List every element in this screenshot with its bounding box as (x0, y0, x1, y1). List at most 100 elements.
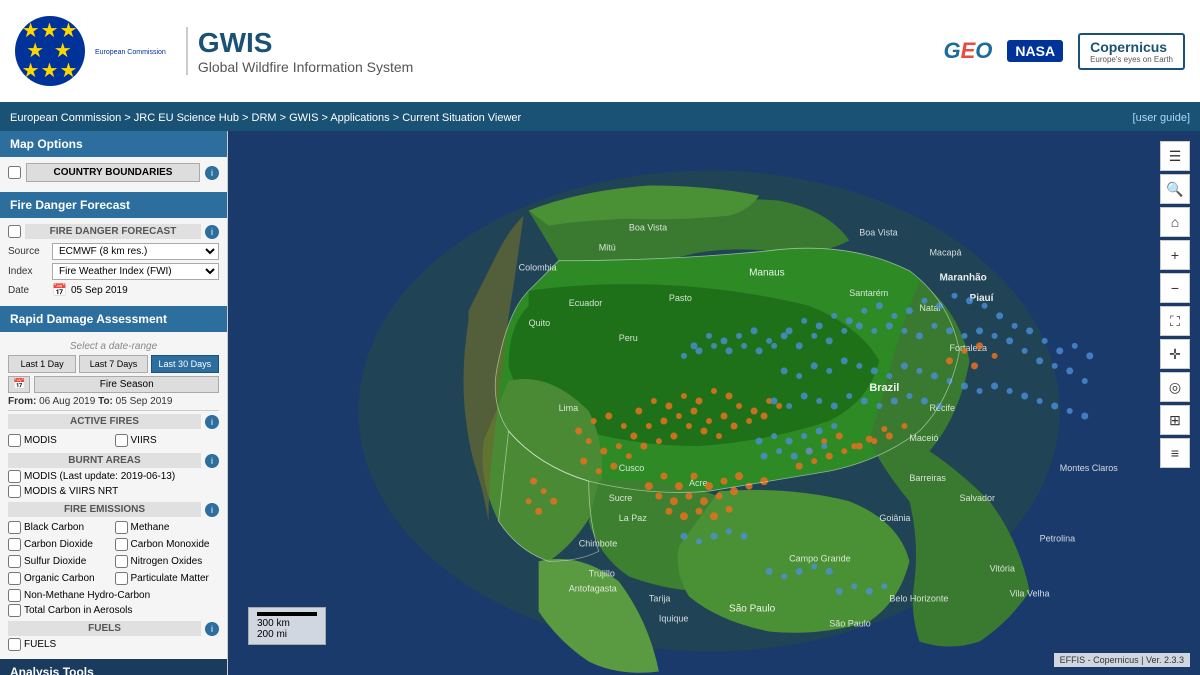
zoom-in-button[interactable]: + (1160, 240, 1190, 270)
fire-emissions-label: FIRE EMISSIONS (8, 502, 201, 517)
calendar-icon[interactable]: 📅 (52, 283, 67, 297)
country-boundaries-info[interactable]: i (205, 166, 219, 180)
emission-checkbox[interactable] (115, 572, 128, 585)
emission-checkbox[interactable] (8, 589, 21, 602)
burnt-modis-checkbox[interactable] (8, 470, 21, 483)
header: ★★★ ★ ★ ★★★ European Commission GWIS Glo… (0, 0, 1200, 105)
calendar-fire-season-row: 📅 Fire Season (8, 376, 219, 393)
country-boundaries-button[interactable]: COUNTRY BOUNDARIES (26, 163, 200, 182)
svg-text:Belo Horizonte: Belo Horizonte (889, 593, 948, 603)
svg-text:São Paulo: São Paulo (829, 618, 871, 628)
search-button[interactable]: 🔍 (1160, 174, 1190, 204)
from-label: From: (8, 396, 36, 407)
svg-text:Sucre: Sucre (609, 493, 633, 503)
emission-checkbox[interactable] (8, 538, 21, 551)
source-select[interactable]: ECMWF (8 km res.) (52, 243, 219, 260)
index-select[interactable]: Fire Weather Index (FWI) (52, 263, 219, 280)
fuels-info[interactable]: i (205, 622, 219, 636)
svg-text:Barreiras: Barreiras (909, 473, 946, 483)
location-button[interactable]: ◎ (1160, 372, 1190, 402)
date-row: Date 📅 05 Sep 2019 (8, 283, 219, 297)
date-range-display: From: 06 Aug 2019 To: 05 Sep 2019 (8, 396, 219, 407)
grid-button[interactable]: ⊞ (1160, 405, 1190, 435)
emission-checkbox[interactable] (115, 521, 128, 534)
svg-text:Chimbote: Chimbote (579, 538, 618, 548)
fire-emissions-info[interactable]: i (205, 503, 219, 517)
menu-button[interactable]: ☰ (1160, 141, 1190, 171)
burnt-areas-info[interactable]: i (205, 454, 219, 468)
modis-row: MODIS (8, 434, 113, 447)
rapid-damage-header[interactable]: Rapid Damage Assessment (0, 306, 227, 332)
map-options-header[interactable]: Map Options (0, 131, 227, 157)
list-button[interactable]: ≡ (1160, 438, 1190, 468)
fire-danger-info[interactable]: i (205, 225, 219, 239)
fuels-row: FUELS (8, 638, 219, 651)
map-area[interactable]: Manaus Brazil Peru Santarém Fortaleza Li… (228, 131, 1200, 675)
svg-text:Boa Vista: Boa Vista (859, 228, 897, 238)
svg-text:Macapá: Macapá (929, 248, 961, 258)
sidebar: Map Options COUNTRY BOUNDARIES i Fire Da… (0, 131, 228, 675)
emission-checkbox[interactable] (8, 521, 21, 534)
home-button[interactable]: ⌂ (1160, 207, 1190, 237)
app-title: GWIS (198, 27, 944, 59)
fuels-checkbox[interactable] (8, 638, 21, 651)
emission-checkbox[interactable] (115, 555, 128, 568)
svg-text:Piauí: Piauí (970, 293, 995, 304)
map-svg: Manaus Brazil Peru Santarém Fortaleza Li… (228, 131, 1200, 675)
svg-text:Iquique: Iquique (659, 613, 689, 623)
crosshair-button[interactable]: ✛ (1160, 339, 1190, 369)
partner-logos: GEO NASA Copernicus Europe's eyes on Ear… (943, 33, 1185, 70)
svg-text:Tarija: Tarija (649, 593, 671, 603)
eu-commission-text: European Commission (95, 49, 166, 56)
fullscreen-button[interactable]: ⛶ (1160, 306, 1190, 336)
svg-text:Petrolina: Petrolina (1040, 533, 1076, 543)
fuels-section-label: FUELS (8, 621, 201, 636)
svg-text:Peru: Peru (619, 333, 638, 343)
eu-commission-logo: ★★★ ★ ★ ★★★ (15, 16, 85, 86)
breadcrumb-text: European Commission > JRC EU Science Hub… (10, 112, 521, 124)
emissions-row: Black Carbon Methane (8, 519, 219, 536)
breadcrumb: European Commission > JRC EU Science Hub… (0, 105, 1200, 131)
last-30-days-btn[interactable]: Last 30 Days (151, 355, 219, 373)
analysis-tools-header[interactable]: Analysis Tools (0, 659, 227, 675)
calendar-picker-btn[interactable]: 📅 (8, 376, 30, 393)
fire-season-btn[interactable]: Fire Season (34, 376, 219, 393)
date-range-buttons: Last 1 Day Last 7 Days Last 30 Days (8, 355, 219, 373)
emissions-row: Organic Carbon Particulate Matter (8, 570, 219, 587)
user-guide-link[interactable]: [user guide] (1133, 112, 1190, 124)
svg-text:Quito: Quito (529, 318, 551, 328)
svg-text:Goiânia: Goiânia (879, 513, 910, 523)
emission-col1: Black Carbon (8, 521, 113, 534)
emission-col2: Methane (115, 521, 220, 534)
svg-text:Vitória: Vitória (990, 563, 1015, 573)
emission-checkbox[interactable] (8, 604, 21, 617)
modis-checkbox[interactable] (8, 434, 21, 447)
emission-col2: Particulate Matter (115, 572, 220, 585)
emissions-row: Carbon Dioxide Carbon Monoxide (8, 536, 219, 553)
svg-text:Mitú: Mitú (599, 243, 616, 253)
svg-text:Maceió: Maceió (909, 433, 938, 443)
nasa-logo: NASA (1007, 40, 1063, 62)
burnt-modis-viirs-checkbox[interactable] (8, 485, 21, 498)
emission-checkbox[interactable] (8, 572, 21, 585)
emission-checkbox[interactable] (115, 538, 128, 551)
logo-area: ★★★ ★ ★ ★★★ European Commission (15, 16, 166, 86)
last-7-days-btn[interactable]: Last 7 Days (79, 355, 147, 373)
emission-checkbox[interactable] (8, 555, 21, 568)
map-options-content: COUNTRY BOUNDARIES i (0, 157, 227, 192)
burnt-modis-label: MODIS (Last update: 2019-06-13) (24, 471, 175, 482)
zoom-out-button[interactable]: − (1160, 273, 1190, 303)
active-fires-info[interactable]: i (205, 415, 219, 429)
svg-text:Vila Velha: Vila Velha (1010, 588, 1050, 598)
viirs-checkbox[interactable] (115, 434, 128, 447)
svg-text:Brazil: Brazil (869, 382, 899, 394)
fire-danger-checkbox[interactable] (8, 225, 21, 238)
burnt-modis-viirs-label: MODIS & VIIRS NRT (24, 486, 118, 497)
country-boundaries-checkbox[interactable] (8, 166, 21, 179)
to-label: To: (98, 396, 113, 407)
active-fires-label: ACTIVE FIRES (8, 414, 201, 429)
scale-mi: 200 mi (257, 629, 317, 640)
last-1-day-btn[interactable]: Last 1 Day (8, 355, 76, 373)
date-value: 05 Sep 2019 (71, 285, 128, 296)
fire-danger-header[interactable]: Fire Danger Forecast (0, 192, 227, 218)
